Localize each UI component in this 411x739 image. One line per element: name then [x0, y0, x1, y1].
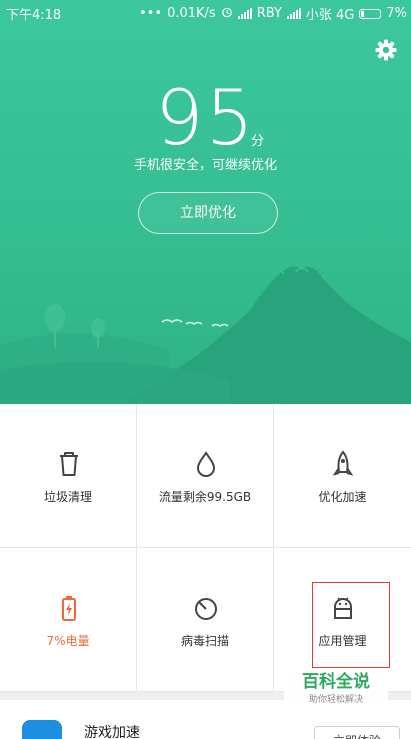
- watermark-subtitle: 助你轻松解决: [308, 695, 363, 705]
- game-boost-icon: [22, 720, 62, 739]
- header-panel: 下午4:18 ••• 0.01K/s RBY 小张 4G 7% 95 分 手机很…: [0, 0, 411, 404]
- carrier-2: 小张 4G: [305, 8, 355, 23]
- tool-label: 病毒扫描: [180, 634, 229, 648]
- health-score: 95: [155, 73, 256, 162]
- network-speed: 0.01K/s: [167, 6, 216, 21]
- tool-battery[interactable]: 7%电量: [0, 548, 137, 692]
- rocket-icon: [330, 450, 356, 478]
- watermark-logo: 百科全说 助你轻松解决: [284, 668, 388, 712]
- status-bar: 下午4:18 ••• 0.01K/s RBY 小张 4G 7%: [0, 0, 411, 24]
- optimize-button[interactable]: 立即优化: [138, 192, 278, 234]
- battery-icon: [359, 8, 382, 19]
- score-unit: 分: [251, 134, 265, 149]
- tool-label: 流量剩余99.5GB: [158, 490, 252, 504]
- tool-virus-scan[interactable]: 病毒扫描: [137, 548, 274, 692]
- game-boost-button[interactable]: 立即体验: [314, 726, 400, 739]
- landscape-illustration: [0, 266, 411, 404]
- tool-speed-up[interactable]: 优化加速: [274, 404, 411, 548]
- alarm-icon: [221, 6, 233, 22]
- status-time: 下午4:18: [6, 8, 62, 23]
- battery-percent: 7%: [386, 6, 407, 21]
- status-indicators: ••• 0.01K/s RBY 小张 4G 7%: [139, 4, 407, 23]
- highlight-box: [312, 582, 390, 668]
- carrier-1: RBY: [256, 6, 282, 21]
- signal-icon: [237, 8, 252, 19]
- water-drop-icon: [193, 450, 219, 478]
- scan-icon: [193, 594, 219, 622]
- battery-icon: [56, 594, 82, 622]
- gear-icon[interactable]: [374, 38, 398, 62]
- tool-junk-clean[interactable]: 垃圾清理: [0, 404, 137, 548]
- notification-dots: •••: [139, 6, 163, 21]
- tool-data-usage[interactable]: 流量剩余99.5GB: [137, 404, 274, 548]
- signal-icon-2: [286, 8, 301, 19]
- tool-label: 优化加速: [318, 490, 367, 504]
- game-boost-title: 游戏加速: [84, 725, 140, 739]
- score-description: 手机很安全，可继续优化: [133, 158, 277, 173]
- watermark-title: 百科全说: [302, 672, 370, 692]
- tool-label: 7%电量: [46, 634, 90, 648]
- trash-icon: [56, 450, 82, 478]
- tool-label: 垃圾清理: [43, 490, 92, 504]
